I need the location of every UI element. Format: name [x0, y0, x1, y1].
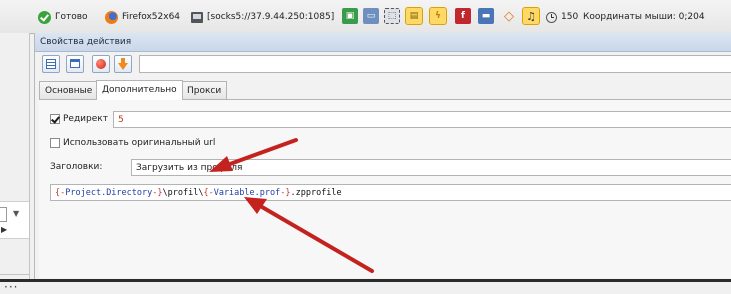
monitor-icon[interactable]: ▬ — [478, 8, 494, 24]
record-icon[interactable] — [92, 55, 110, 73]
action-properties-panel: Свойства действия Основные Дополнительно… — [34, 33, 731, 280]
path-token-brace: -} — [152, 188, 163, 198]
original-url-label: Использовать оригинальный url — [63, 138, 216, 148]
status-ready: Готово — [38, 9, 88, 25]
original-url-checkbox[interactable] — [50, 138, 60, 148]
window-icon[interactable]: ▭ — [363, 8, 379, 24]
firefox-icon — [105, 10, 118, 24]
redirect-label: Редирект — [63, 114, 108, 124]
lightning-icon[interactable]: ϟ — [429, 7, 447, 25]
tab-basic[interactable]: Основные — [39, 81, 99, 99]
cache-icon[interactable]: ▤ — [405, 7, 423, 25]
path-token-var: Project.Directory — [65, 188, 153, 198]
panel-title: Свойства действия — [40, 37, 132, 47]
left-pane: ▼ ▶ ··· — [0, 33, 30, 294]
flash-icon[interactable]: f — [455, 8, 471, 24]
path-token-brace: -} — [280, 188, 291, 198]
select-region-icon[interactable]: ⬚ — [384, 8, 400, 24]
tab-content-advanced: Редирект 5 Использовать оригинальный url… — [39, 100, 731, 278]
clock-icon — [546, 11, 557, 23]
tab-strip: Основные Дополнительно Прокси — [35, 80, 731, 100]
redirect-count-input[interactable]: 5 — [113, 111, 731, 128]
profile-path-input[interactable]: {-Project.Directory-}\profil\{-Variable.… — [50, 184, 731, 201]
status-proxy[interactable]: [socks5://37.9.44.250:1085] — [191, 9, 334, 25]
screenshot-icon[interactable]: ▣ — [342, 8, 358, 24]
action-name-input[interactable] — [139, 55, 731, 73]
panel-title-bar: Свойства действия — [35, 33, 731, 52]
panel-toolbar — [35, 52, 731, 76]
music-icon[interactable]: ♫ — [522, 7, 540, 25]
original-url-row: Использовать оригинальный url — [50, 138, 215, 148]
download-icon[interactable] — [114, 55, 132, 73]
status-bar: Готово Firefox52x64 [socks5://37.9.44.25… — [0, 0, 731, 34]
tab-proxy[interactable]: Прокси — [181, 81, 228, 99]
status-threads-count: 150 — [561, 12, 579, 22]
headers-label: Заголовки: — [50, 162, 103, 172]
chevron-down-icon[interactable]: ▼ — [13, 209, 19, 218]
status-threads: 150 — [546, 9, 578, 25]
path-token-var: Variable.prof — [213, 188, 281, 198]
status-ready-label: Готово — [55, 12, 88, 22]
status-browser[interactable]: Firefox52x64 — [105, 9, 180, 25]
left-pane-input[interactable] — [0, 207, 7, 222]
path-token-brace: {- — [55, 188, 66, 198]
proxy-icon — [191, 11, 203, 23]
table-icon[interactable] — [42, 55, 60, 73]
path-token-plain: \profil\ — [162, 188, 204, 198]
chevron-right-icon[interactable]: ▶ — [1, 225, 7, 234]
status-proxy-label: [socks5://37.9.44.250:1085] — [207, 12, 335, 22]
redirect-row: Редирект — [50, 114, 108, 124]
status-browser-label: Firefox52x64 — [122, 12, 181, 22]
eraser-icon[interactable]: ◇ — [501, 8, 517, 24]
headers-select[interactable]: Загрузить из профиля — [131, 159, 731, 176]
redirect-checkbox[interactable] — [50, 114, 60, 124]
path-token-brace: {- — [203, 188, 214, 198]
more-icon[interactable]: ··· — [4, 280, 18, 294]
path-token-plain: .zpprofile — [290, 188, 342, 198]
status-mouse-coords: Координаты мыши: 0;204 — [583, 12, 705, 22]
tab-advanced[interactable]: Дополнительно — [96, 80, 183, 100]
check-icon — [38, 10, 51, 24]
left-pane-divider — [0, 274, 29, 275]
headers-row: Заголовки: — [50, 162, 102, 172]
window-edit-icon[interactable] — [66, 55, 84, 73]
